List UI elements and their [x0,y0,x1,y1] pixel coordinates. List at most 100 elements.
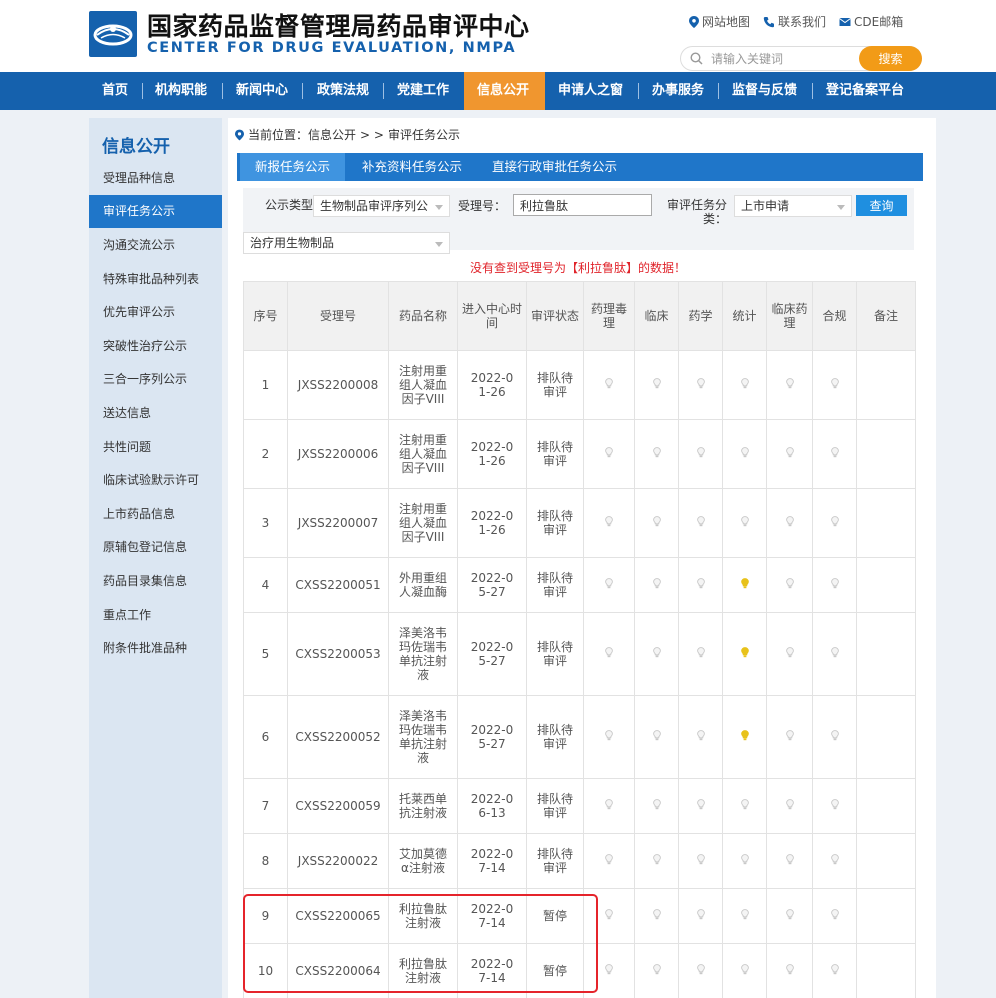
sidebar-item-review-tasks[interactable]: 审评任务公示 [89,195,222,228]
row-review-dept-cell [583,488,635,558]
lightbulb-icon [652,799,661,810]
header-clinical-pharmacology: 临床药理 [766,281,813,351]
row-review-dept-cell [812,695,857,779]
review-task-table: 序号 受理号 药品名称 进入中心时间 审评状态 药理毒理 临床 药学 统计 临床… [243,281,916,998]
row-acceptance-no: CXSS2200051 [287,557,389,613]
row-remarks [856,350,916,420]
row-review-dept-cell [678,557,723,613]
sidebar-item-communication[interactable]: 沟通交流公示 [89,229,222,262]
task-category-select[interactable]: 上市申请 [734,195,852,217]
nav-services[interactable]: 办事服务 [652,72,704,110]
nav-info-disclosure[interactable]: 信息公开 [464,72,545,110]
sidebar-item-breakthrough[interactable]: 突破性治疗公示 [89,330,222,363]
sidebar-item-delivery[interactable]: 送达信息 [89,397,222,430]
cde-mail-link[interactable]: CDE邮箱 [839,13,903,30]
lightbulb-icon [605,447,613,458]
row-no: 6 [243,695,288,779]
nav-party[interactable]: 党建工作 [397,72,449,110]
logo-emblem-icon [93,24,133,46]
row-acceptance-no: JXSS2200022 [287,833,389,889]
row-review-dept-cell [812,612,857,696]
row-acceptance-no: CXSS2200065 [287,888,389,944]
nav-supervision[interactable]: 监督与反馈 [732,72,797,110]
row-review-dept-cell [812,833,857,889]
nav-divider [638,83,639,99]
sidebar-item-key-work[interactable]: 重点工作 [89,599,222,632]
contact-link[interactable]: 联系我们 [763,13,826,30]
search-input[interactable] [711,50,851,67]
row-review-dept-cell [722,350,767,420]
query-button[interactable]: 查询 [856,195,907,216]
lightbulb-icon [652,516,661,527]
table-row: 3 JXSS2200007 注射用重组人凝血因子VIII 2022-01-26 排队待审… [243,488,916,558]
nav-home[interactable]: 首页 [102,72,128,110]
row-review-dept-cell [722,833,767,889]
tab-supplementary-tasks[interactable]: 补充资料任务公示 [362,153,462,181]
sidebar-item-clinical-trial[interactable]: 临床试验默示许可 [89,464,222,497]
lightbulb-icon [830,378,839,389]
row-drug-name: 外用重组人凝血酶 [388,557,458,613]
announcement-type-select[interactable]: 生物制品审评序列公 [313,195,450,217]
row-no: 1 [243,350,288,420]
header-entry-time: 进入中心时间 [457,281,527,351]
lightbulb-icon [830,578,839,589]
nav-registration[interactable]: 登记备案平台 [826,72,904,110]
lightbulb-icon [652,578,661,589]
lightbulb-icon [696,378,705,389]
row-review-dept-cell [634,943,679,998]
sidebar-item-excipients[interactable]: 原辅包登记信息 [89,531,222,564]
sidebar-item-drug-catalog[interactable]: 药品目录集信息 [89,565,222,598]
row-review-dept-cell [583,350,635,420]
table-row: 2 JXSS2200006 注射用重组人凝血因子VIII 2022-01-26 排队待审… [243,419,916,489]
tab-direct-approval-tasks[interactable]: 直接行政审批任务公示 [492,153,617,181]
search-button[interactable]: 搜索 [859,46,922,71]
lightbulb-icon [605,854,613,865]
row-no: 2 [243,419,288,489]
sidebar-item-common-issues[interactable]: 共性问题 [89,431,222,464]
acceptance-no-input[interactable] [513,194,652,216]
row-remarks [856,612,916,696]
row-review-dept-cell [766,695,813,779]
sidebar-item-accepted-varieties[interactable]: 受理品种信息 [89,162,222,195]
lightbulb-icon [830,516,839,527]
sidebar-item-conditional-approval[interactable]: 附条件批准品种 [89,632,222,665]
lightbulb-icon [605,964,613,975]
row-review-dept-cell [583,557,635,613]
row-remarks [856,778,916,834]
tab-new-tasks[interactable]: 新报任务公示 [240,153,346,181]
lightbulb-icon [652,964,661,975]
nav-policy[interactable]: 政策法规 [317,72,369,110]
sidebar-item-marketed-drugs[interactable]: 上市药品信息 [89,498,222,531]
nav-divider [718,83,719,99]
row-drug-name: 托莱西单抗注射液 [388,778,458,834]
row-no: 9 [243,888,288,944]
nav-news[interactable]: 新闻中心 [236,72,288,110]
sitemap-link[interactable]: 网站地图 [689,13,750,30]
lightbulb-icon [740,730,749,741]
row-no: 10 [243,943,288,998]
lightbulb-icon [605,378,613,389]
sidebar-item-priority-review[interactable]: 优先审评公示 [89,296,222,329]
row-review-status: 排队待审评 [526,488,584,558]
row-no: 7 [243,778,288,834]
row-review-dept-cell [812,488,857,558]
nav-applicant[interactable]: 申请人之窗 [558,72,623,110]
row-acceptance-no: CXSS2200064 [287,943,389,998]
lightbulb-icon [785,378,794,389]
lightbulb-icon [740,516,749,527]
contact-label: 联系我们 [778,15,827,29]
product-subtype-select[interactable]: 治疗用生物制品 [243,232,450,254]
breadcrumb-path[interactable]: 当前位置：信息公开 [248,126,356,143]
row-review-dept-cell [583,888,635,944]
task-tabs: 新报任务公示 补充资料任务公示 直接行政审批任务公示 [237,153,923,181]
sidebar-item-three-in-one[interactable]: 三合一序列公示 [89,363,222,396]
lightbulb-icon [785,964,794,975]
site-header: 国家药品监督管理局药品审评中心 CENTER FOR DRUG EVALUATI… [0,0,996,72]
nmpa-logo[interactable] [89,11,137,57]
sidebar-item-special-approval[interactable]: 特殊审批品种列表 [89,263,222,296]
header-no: 序号 [243,281,288,351]
nav-functions[interactable]: 机构职能 [155,72,207,110]
site-search: 搜索 [680,46,922,71]
table-row: 9 CXSS2200065 利拉鲁肽注射液 2022-07-14 暂停 [243,888,916,944]
table-row: 6 CXSS2200052 泽美洛韦玛佐瑞韦单抗注射液 2022-05-27 排队待审评 [243,695,916,779]
